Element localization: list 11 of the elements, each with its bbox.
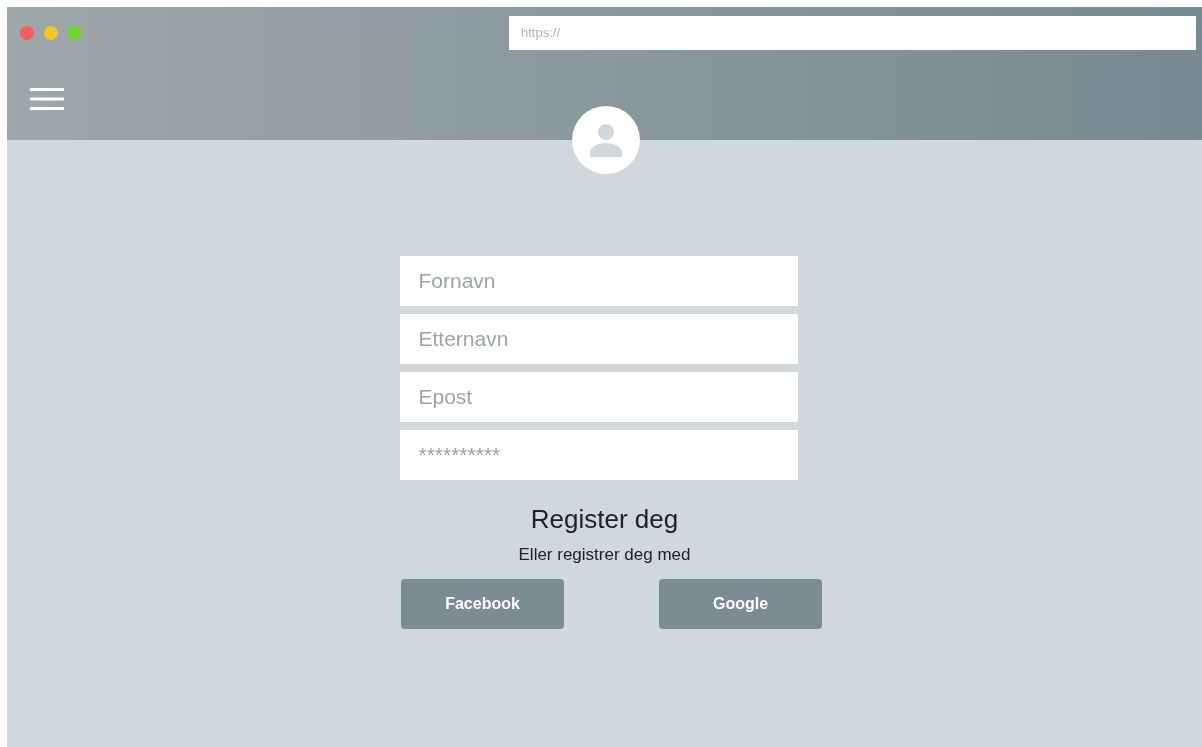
social-login-button[interactable]: Google xyxy=(659,579,822,629)
person-icon xyxy=(589,123,623,157)
menu-icon[interactable] xyxy=(30,87,64,111)
input-field[interactable]: Etternavn xyxy=(399,314,798,364)
form-subtitle: Eller registrer deg med xyxy=(518,544,691,566)
input-field[interactable]: Fornavn xyxy=(399,256,798,306)
social-login-button[interactable]: Facebook xyxy=(401,579,564,629)
input-field[interactable]: Epost xyxy=(399,372,798,422)
address-field[interactable]: https:// xyxy=(509,15,1196,50)
input-field[interactable]: ********** xyxy=(399,430,798,480)
form-title: Register deg xyxy=(530,503,679,536)
